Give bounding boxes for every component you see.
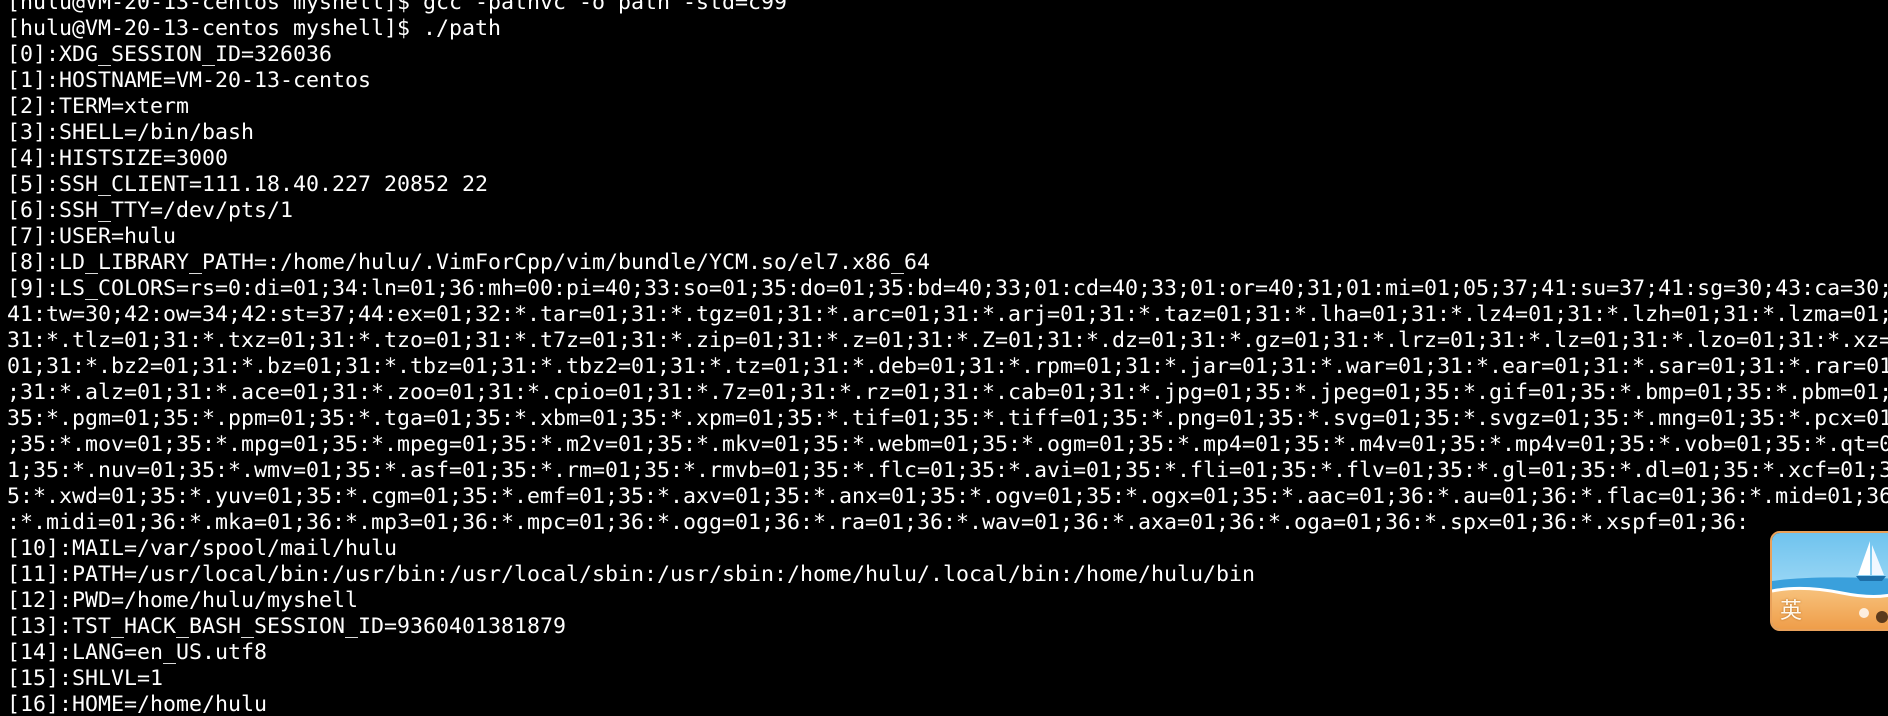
terminal-line: [15]:SHLVL=1 <box>7 666 164 691</box>
terminal-line: [7]:USER=hulu <box>7 224 177 249</box>
terminal-line: 41:tw=30;42:ow=34;42:st=37;44:ex=01;32:*… <box>7 302 1888 327</box>
terminal-line: [5]:SSH_CLIENT=111.18.40.227 20852 22 <box>7 172 489 197</box>
terminal-line: [14]:LANG=en_US.utf8 <box>7 640 268 665</box>
terminal-window[interactable]: [hulu@VM-20-13-centos myshell]$ gcc -pat… <box>0 0 1888 716</box>
terminal-line: [9]:LS_COLORS=rs=0:di=01;34:ln=01;36:mh=… <box>7 276 1888 301</box>
terminal-line: [8]:LD_LIBRARY_PATH=:/home/hulu/.VimForC… <box>7 250 931 275</box>
terminal-line: [hulu@VM-20-13-centos myshell]$ gcc -pat… <box>7 0 788 15</box>
ime-status-widget[interactable]: 英 <box>1770 531 1888 631</box>
terminal-line: :*.midi=01;36:*.mka=01;36:*.mp3=01;36:*.… <box>7 510 1750 535</box>
terminal-line: [1]:HOSTNAME=VM-20-13-centos <box>7 68 372 93</box>
terminal-line: [hulu@VM-20-13-centos myshell]$ ./path <box>7 16 502 41</box>
terminal-line: 01;31:*.bz2=01;31:*.bz=01;31:*.tbz=01;31… <box>7 354 1888 379</box>
terminal-line: ;31:*.alz=01;31:*.ace=01;31:*.zoo=01;31:… <box>7 380 1888 405</box>
ime-language-label: 英 <box>1780 599 1803 624</box>
terminal-output: [hulu@VM-20-13-centos myshell]$ gcc -pat… <box>7 0 1888 716</box>
terminal-line: [12]:PWD=/home/hulu/myshell <box>7 588 359 613</box>
terminal-line: [16]:HOME=/home/hulu <box>7 692 268 716</box>
terminal-line: 5:*.xwd=01;35:*.yuv=01;35:*.cgm=01;35:*.… <box>7 484 1888 509</box>
terminal-line: [13]:TST_HACK_BASH_SESSION_ID=9360401381… <box>7 614 567 639</box>
terminal-line: [3]:SHELL=/bin/bash <box>7 120 255 145</box>
terminal-line: [4]:HISTSIZE=3000 <box>7 146 229 171</box>
terminal-line: [10]:MAIL=/var/spool/mail/hulu <box>7 536 398 561</box>
terminal-line: 31:*.tlz=01;31:*.txz=01;31:*.tzo=01;31:*… <box>7 328 1888 353</box>
terminal-line: [11]:PATH=/usr/local/bin:/usr/bin:/usr/l… <box>7 562 1256 587</box>
terminal-line: [0]:XDG_SESSION_ID=326036 <box>7 42 333 67</box>
terminal-line: ;35:*.mov=01;35:*.mpg=01;35:*.mpeg=01;35… <box>7 432 1888 457</box>
terminal-line: [6]:SSH_TTY=/dev/pts/1 <box>7 198 294 223</box>
terminal-line: [2]:TERM=xterm <box>7 94 190 119</box>
terminal-line: 1;35:*.nuv=01;35:*.wmv=01;35:*.asf=01;35… <box>7 458 1888 483</box>
terminal-line: 35:*.pgm=01;35:*.ppm=01;35:*.tga=01;35:*… <box>7 406 1888 431</box>
